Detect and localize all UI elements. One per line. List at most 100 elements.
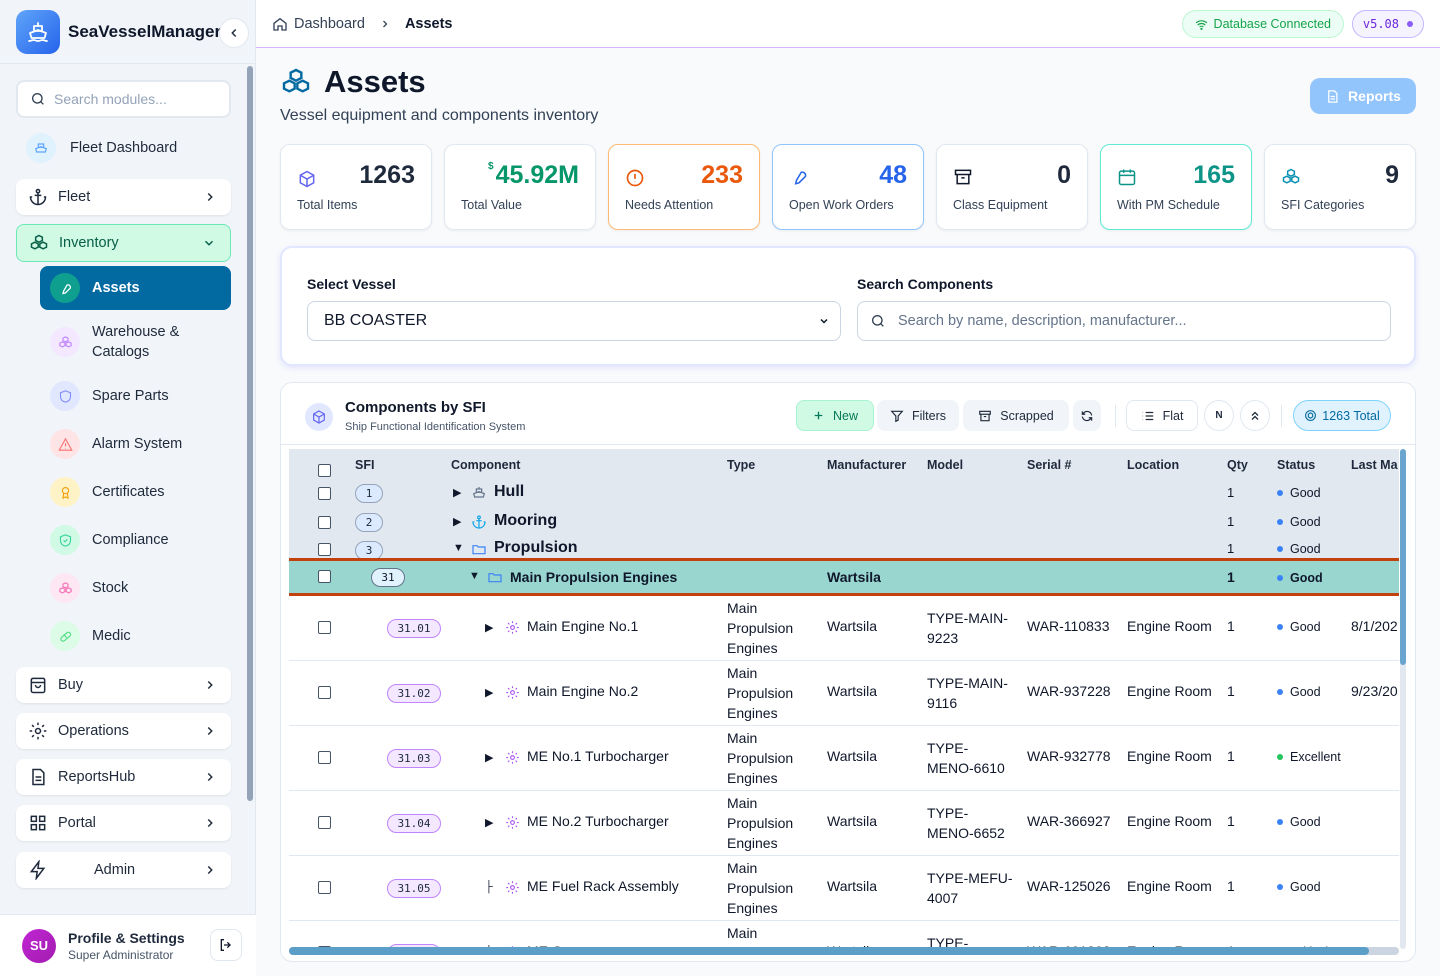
status-badge: Good xyxy=(1277,880,1321,894)
stat-needs-attention[interactable]: 233 Needs Attention xyxy=(608,144,760,230)
column-header-type[interactable]: Type xyxy=(727,458,755,472)
table-vertical-scrollbar[interactable] xyxy=(1400,449,1406,949)
table-horizontal-scrollbar[interactable] xyxy=(289,947,1399,955)
sfi-badge: 31.02 xyxy=(387,684,441,703)
column-header-component[interactable]: Component xyxy=(451,458,520,472)
expand-icon[interactable]: ▶ xyxy=(485,686,493,699)
sidebar-subitem-assets[interactable]: Assets xyxy=(40,266,231,310)
reports-button[interactable]: Reports xyxy=(1310,78,1416,114)
total-count-badge: 1263 Total xyxy=(1293,400,1391,431)
table-row-group[interactable]: 2 ▶ Mooring 1 Good xyxy=(289,508,1399,537)
sidebar-item-admin[interactable]: Admin xyxy=(16,852,231,888)
row-checkbox[interactable] xyxy=(318,543,331,556)
stat-total-value[interactable]: $45.92M Total Value xyxy=(444,144,596,230)
sidebar-subitem-compliance[interactable]: Compliance xyxy=(40,522,231,558)
component-name: Mooring xyxy=(494,512,558,529)
row-checkbox[interactable] xyxy=(318,751,331,764)
logout-button[interactable] xyxy=(210,929,242,961)
sidebar-item-reportshub[interactable]: ReportsHub xyxy=(16,759,231,795)
row-checkbox[interactable] xyxy=(318,686,331,699)
expand-icon[interactable]: ▶ xyxy=(485,621,493,634)
collapse-sidebar-button[interactable] xyxy=(219,18,249,48)
row-checkbox[interactable] xyxy=(318,487,331,500)
column-header-qty[interactable]: Qty xyxy=(1227,458,1248,472)
sidebar-scrollbar[interactable] xyxy=(247,66,253,801)
stat-class-equipment[interactable]: 0 Class Equipment xyxy=(936,144,1088,230)
calendar-icon xyxy=(1118,169,1136,186)
column-header-sfi[interactable]: SFI xyxy=(355,458,374,472)
sidebar-subitem-medic[interactable]: Medic xyxy=(40,618,231,654)
breadcrumb-dashboard[interactable]: Dashboard xyxy=(294,16,365,32)
table-row-group[interactable]: 1 ▶ Hull 1 Good xyxy=(289,479,1399,508)
expand-icon[interactable]: ▶ xyxy=(453,486,461,499)
version-dot xyxy=(1407,21,1413,27)
stat-pm-schedule[interactable]: 165 With PM Schedule xyxy=(1100,144,1252,230)
sidebar-item-fleet[interactable]: Fleet xyxy=(16,179,231,215)
sidebar-subitem-warehouse[interactable]: Warehouse & Catalogs xyxy=(40,320,231,364)
database-icon xyxy=(1305,410,1317,421)
table-row[interactable]: 31.01 ▶ Main Engine No.1 Main Propulsion Engi… xyxy=(289,596,1399,661)
collapse-all-button[interactable] xyxy=(1240,400,1270,431)
filter-panel: Select Vessel BB COASTER Search Componen… xyxy=(280,246,1416,366)
expand-icon[interactable]: ▶ xyxy=(485,751,493,764)
expand-icon[interactable]: ├ xyxy=(485,881,493,893)
expand-icon[interactable]: ▶ xyxy=(453,515,461,528)
profile-settings[interactable]: SU Profile & Settings Super Administrato… xyxy=(0,914,256,976)
table-row-selected[interactable]: 31 ▼ Main Propulsion Engines Wartsila 1 … xyxy=(289,558,1399,596)
column-header-manufacturer[interactable]: Manufacturer xyxy=(827,458,906,472)
stat-sfi-categories[interactable]: 9 SFI Categories xyxy=(1264,144,1416,230)
table-row[interactable]: 31.03 ▶ ME No.1 Turbocharger Main Propulsion… xyxy=(289,726,1399,791)
collapse-icon[interactable]: ▼ xyxy=(453,542,464,554)
chevron-right-icon xyxy=(207,818,213,828)
sidebar-subitem-certificates[interactable]: Certificates xyxy=(40,474,231,510)
sidebar-item-portal[interactable]: Portal xyxy=(16,805,231,841)
sidebar-subitem-label: Assets xyxy=(92,280,140,296)
certificate-icon xyxy=(50,477,80,507)
column-header-status[interactable]: Status xyxy=(1277,458,1315,472)
new-component-button[interactable]: New xyxy=(796,400,874,431)
sidebar-subitem-spare-parts[interactable]: Spare Parts xyxy=(40,378,231,414)
row-checkbox[interactable] xyxy=(318,881,331,894)
ship-logo-icon xyxy=(16,9,60,54)
sidebar-item-fleet-dashboard[interactable]: Fleet Dashboard xyxy=(16,128,231,168)
table-row[interactable]: 31.04 ▶ ME No.2 Turbocharger Main Propulsion… xyxy=(289,791,1399,856)
expand-icon[interactable]: ▶ xyxy=(485,816,493,829)
table-row-group[interactable]: 3 ▼ Propulsion 1 Good xyxy=(289,537,1399,559)
folder-open-icon xyxy=(471,541,487,557)
vessel-select[interactable]: BB COASTER xyxy=(307,301,841,341)
row-checkbox[interactable] xyxy=(318,570,331,583)
row-checkbox[interactable] xyxy=(318,516,331,529)
stat-total-items[interactable]: 1263 Total Items xyxy=(280,144,432,230)
sidebar-item-inventory[interactable]: Inventory xyxy=(16,224,231,262)
sidebar-subitem-stock[interactable]: Stock xyxy=(40,570,231,606)
sidebar-item-operations[interactable]: Operations xyxy=(16,713,231,749)
module-search-input[interactable]: Search modules... xyxy=(16,80,231,118)
row-checkbox[interactable] xyxy=(318,816,331,829)
profile-role: Super Administrator xyxy=(68,947,174,962)
scrapped-button[interactable]: Scrapped xyxy=(963,400,1069,431)
stat-open-work-orders[interactable]: 48 Open Work Orders xyxy=(772,144,924,230)
column-header-model[interactable]: Model xyxy=(927,458,963,472)
boxes-icon xyxy=(50,327,80,357)
sidebar-subitem-label: Compliance xyxy=(92,532,169,548)
row-checkbox[interactable] xyxy=(318,621,331,634)
table-row[interactable]: 31.05 ├ ME Fuel Rack Assembly Main Propulsio… xyxy=(289,856,1399,921)
flat-view-button[interactable]: Flat xyxy=(1126,400,1198,431)
table-row[interactable]: 31.02 ▶ Main Engine No.2 Main Propulsion Engi… xyxy=(289,661,1399,726)
collapse-icon[interactable]: ▼ xyxy=(469,570,480,582)
table-row[interactable]: 31.06├ME GovernorMainPropulsionEnginesWa… xyxy=(289,921,1399,949)
search-icon xyxy=(872,315,884,327)
refresh-button[interactable] xyxy=(1073,400,1101,431)
components-panel: Components by SFI Ship Functional Identi… xyxy=(280,382,1416,962)
ship-icon xyxy=(471,485,487,501)
column-header-location[interactable]: Location xyxy=(1127,458,1179,472)
n-toggle-button[interactable]: N xyxy=(1204,400,1234,431)
sidebar-item-buy[interactable]: Buy xyxy=(16,667,231,703)
sidebar-item-label: Operations xyxy=(58,723,129,739)
column-header-last-maintenance[interactable]: Last Ma xyxy=(1351,458,1398,472)
column-header-serial[interactable]: Serial # xyxy=(1027,458,1071,472)
vessel-label: Select Vessel xyxy=(307,276,396,292)
sidebar-subitem-alarm-system[interactable]: Alarm System xyxy=(40,426,231,462)
component-search-input[interactable]: Search by name, description, manufacture… xyxy=(857,301,1391,341)
filters-button[interactable]: Filters xyxy=(877,400,959,431)
